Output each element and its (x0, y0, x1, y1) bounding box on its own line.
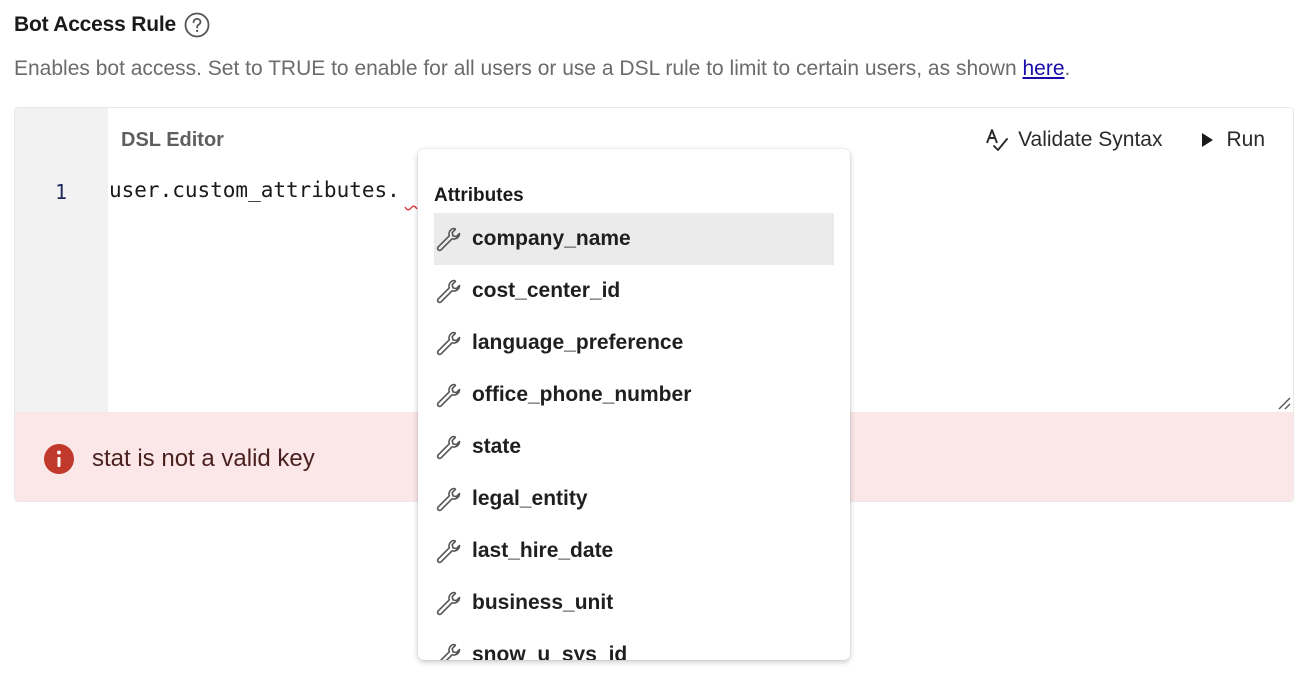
section-header: Bot Access Rule (14, 12, 210, 38)
dropdown-heading: Attributes (434, 185, 524, 206)
description-text: Enables bot access. Set to TRUE to enabl… (14, 57, 1023, 80)
attribute-label: legal_entity (472, 487, 588, 510)
wrench-icon (439, 643, 461, 660)
line-number-gutter (15, 108, 108, 412)
play-icon (1202, 133, 1214, 147)
syntax-error-squiggle (404, 205, 418, 211)
wrench-icon (436, 539, 461, 564)
wrench-icon (436, 279, 461, 304)
section-description: Enables bot access. Set to TRUE to enabl… (14, 57, 1070, 81)
attribute-label: office_phone_number (472, 383, 692, 406)
question-circle-icon[interactable] (184, 12, 210, 38)
section-title: Bot Access Rule (14, 13, 176, 36)
wrench-icon (436, 331, 461, 356)
attribute-option[interactable]: business_unit (434, 577, 834, 629)
line-number: 1 (55, 180, 68, 204)
attribute-label: state (472, 435, 522, 458)
wrench-icon (436, 591, 461, 616)
attribute-option[interactable]: last_hire_date (434, 525, 834, 577)
editor-toolbar: Validate Syntax Run (984, 127, 1265, 153)
attribute-label: snow_u_sys_id (472, 643, 628, 660)
here-link[interactable]: here (1022, 57, 1064, 80)
attribute-label: cost_center_id (472, 279, 621, 302)
attribute-option[interactable]: office_phone_number (434, 369, 834, 421)
code-input[interactable]: user.custom_attributes. (109, 178, 400, 202)
attribute-option[interactable]: state (434, 421, 834, 473)
attribute-option[interactable]: company_name (434, 213, 834, 265)
wrench-icon (436, 227, 461, 252)
attribute-option[interactable]: cost_center_id (434, 265, 834, 317)
attribute-option[interactable]: snow_u_sys_id (434, 629, 834, 660)
attribute-option[interactable]: legal_entity (434, 473, 834, 525)
spellcheck-icon (986, 129, 1009, 151)
attribute-label: last_hire_date (472, 539, 614, 562)
description-suffix: . (1064, 57, 1071, 80)
attribute-option[interactable]: language_preference (434, 317, 834, 369)
attribute-label: company_name (472, 227, 631, 250)
resize-handle-icon[interactable] (1275, 394, 1291, 410)
editor-label: DSL Editor (121, 129, 224, 151)
error-icon (44, 444, 74, 474)
error-message: stat is not a valid key (92, 445, 315, 472)
validate-syntax-button[interactable]: Validate Syntax (984, 127, 1162, 153)
run-label: Run (1226, 128, 1265, 151)
wrench-icon (436, 487, 461, 512)
attribute-label: language_preference (472, 331, 684, 354)
validate-syntax-label: Validate Syntax (1018, 128, 1163, 151)
autocomplete-dropdown: Attributes company_name cost_center_id l… (418, 149, 850, 660)
attribute-list: company_name cost_center_id language_pre… (434, 213, 834, 660)
run-button[interactable]: Run (1196, 128, 1265, 152)
wrench-icon (436, 435, 461, 460)
attribute-label: business_unit (472, 591, 614, 614)
wrench-icon (436, 383, 461, 408)
